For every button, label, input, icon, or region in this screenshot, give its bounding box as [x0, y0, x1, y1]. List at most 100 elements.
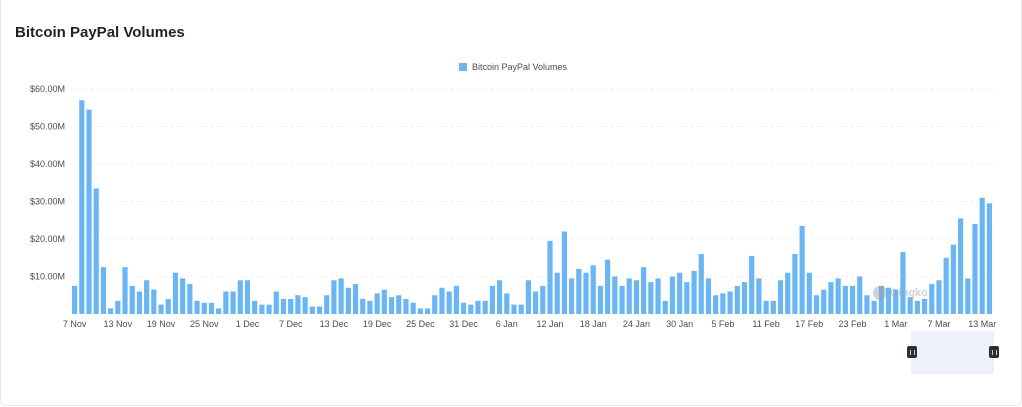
bar[interactable]: [201, 302, 207, 314]
bar[interactable]: [662, 300, 668, 315]
bar[interactable]: [965, 278, 971, 315]
bar[interactable]: [986, 203, 992, 315]
bar[interactable]: [468, 304, 474, 315]
bar[interactable]: [569, 278, 575, 315]
bar[interactable]: [115, 300, 121, 315]
bar[interactable]: [792, 254, 798, 314]
bar[interactable]: [525, 280, 531, 314]
bar[interactable]: [929, 284, 935, 314]
bar[interactable]: [252, 300, 258, 315]
bar[interactable]: [165, 299, 171, 314]
bar[interactable]: [331, 280, 337, 314]
bar[interactable]: [208, 302, 215, 314]
bar[interactable]: [100, 267, 107, 315]
bar[interactable]: [244, 280, 251, 314]
bar[interactable]: [698, 254, 704, 314]
bar[interactable]: [583, 272, 589, 314]
bar[interactable]: [626, 278, 632, 315]
bar[interactable]: [309, 306, 315, 315]
bar[interactable]: [741, 282, 748, 315]
navigator-right-handle[interactable]: [989, 346, 999, 358]
bar[interactable]: [403, 299, 409, 314]
bar[interactable]: [576, 269, 582, 314]
bar[interactable]: [864, 295, 870, 314]
bar[interactable]: [835, 278, 841, 315]
bar[interactable]: [280, 299, 287, 314]
bar[interactable]: [374, 293, 380, 315]
bar[interactable]: [129, 285, 135, 315]
bar[interactable]: [799, 225, 805, 315]
bar[interactable]: [972, 224, 978, 314]
bar[interactable]: [417, 308, 423, 315]
bar[interactable]: [302, 297, 308, 315]
bar[interactable]: [158, 304, 164, 315]
bar[interactable]: [360, 299, 366, 314]
bar[interactable]: [136, 291, 143, 315]
bar[interactable]: [511, 304, 517, 315]
bar[interactable]: [590, 265, 596, 314]
bar[interactable]: [187, 284, 193, 314]
bar[interactable]: [806, 272, 812, 314]
bar[interactable]: [785, 272, 791, 314]
bar[interactable]: [777, 280, 784, 314]
bar[interactable]: [612, 276, 618, 315]
bar[interactable]: [223, 291, 229, 315]
bar[interactable]: [72, 285, 78, 315]
bar[interactable]: [338, 278, 344, 315]
bar[interactable]: [770, 300, 776, 315]
bar[interactable]: [763, 300, 769, 315]
bar[interactable]: [482, 300, 488, 315]
bar[interactable]: [151, 289, 157, 315]
bar[interactable]: [979, 197, 985, 314]
bar[interactable]: [108, 308, 114, 315]
bar[interactable]: [669, 276, 676, 315]
bar[interactable]: [749, 255, 755, 315]
bar[interactable]: [561, 231, 568, 315]
bar[interactable]: [122, 267, 128, 315]
bar[interactable]: [705, 278, 712, 315]
range-navigator[interactable]: [911, 331, 994, 374]
bar[interactable]: [518, 304, 524, 315]
bar[interactable]: [180, 278, 186, 315]
bar[interactable]: [633, 280, 640, 314]
bar[interactable]: [533, 291, 539, 315]
bar[interactable]: [288, 299, 294, 314]
bar[interactable]: [605, 259, 611, 315]
bar[interactable]: [828, 282, 834, 315]
bar[interactable]: [734, 285, 740, 315]
bar[interactable]: [86, 109, 92, 315]
bar[interactable]: [554, 272, 560, 314]
bar[interactable]: [266, 304, 272, 315]
bar[interactable]: [489, 285, 495, 315]
bar[interactable]: [93, 188, 99, 315]
bar[interactable]: [943, 257, 949, 314]
bar[interactable]: [504, 293, 510, 315]
bar[interactable]: [453, 285, 459, 315]
bar[interactable]: [849, 285, 856, 315]
bar[interactable]: [439, 287, 445, 314]
bar[interactable]: [821, 289, 827, 315]
bar[interactable]: [900, 252, 906, 315]
bar[interactable]: [432, 295, 438, 314]
bar[interactable]: [547, 240, 553, 315]
bar[interactable]: [957, 218, 964, 315]
navigator-left-handle[interactable]: [907, 346, 917, 358]
bar[interactable]: [597, 285, 604, 315]
bar[interactable]: [936, 280, 942, 314]
bar[interactable]: [410, 302, 416, 314]
bar[interactable]: [641, 267, 647, 315]
bar[interactable]: [446, 291, 452, 315]
bar[interactable]: [619, 285, 625, 315]
bar[interactable]: [367, 300, 373, 315]
bar[interactable]: [79, 100, 85, 314]
bar[interactable]: [713, 295, 719, 314]
bar[interactable]: [216, 308, 222, 315]
bar[interactable]: [691, 270, 697, 315]
bar[interactable]: [727, 291, 733, 315]
bar[interactable]: [144, 280, 150, 314]
bar[interactable]: [324, 295, 330, 314]
bar[interactable]: [496, 280, 503, 314]
bar[interactable]: [237, 280, 243, 314]
bar[interactable]: [475, 300, 481, 315]
bar[interactable]: [677, 272, 683, 314]
